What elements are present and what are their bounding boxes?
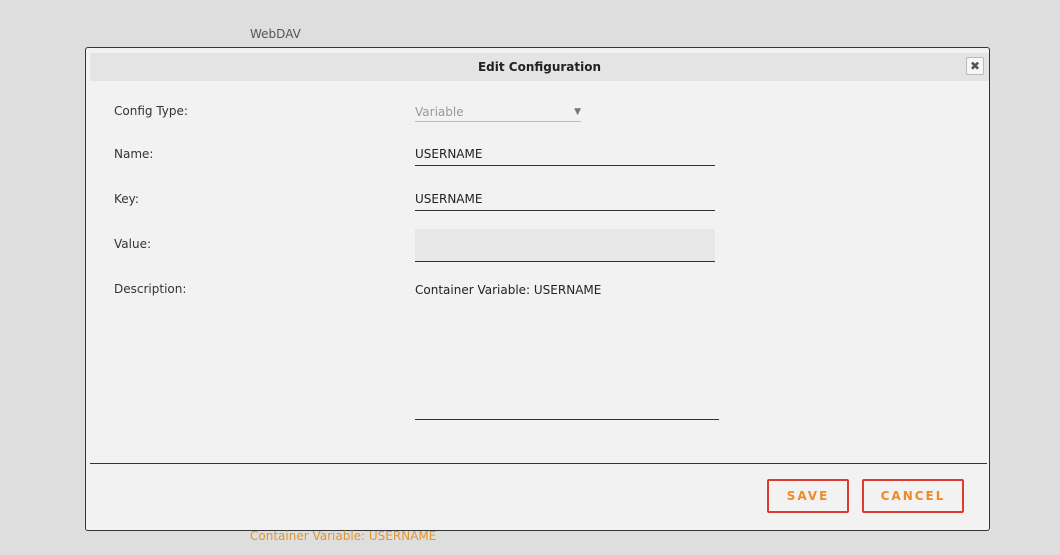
value-input[interactable] [415, 229, 715, 262]
page: WebDAV Edit Configuration ✖ Config Type:… [0, 0, 1060, 555]
background-section-label: WebDAV [250, 27, 301, 41]
config-type-select[interactable]: Variable ▼ [415, 102, 581, 122]
save-button[interactable]: SAVE [767, 479, 849, 513]
dialog-title: Edit Configuration [477, 60, 602, 74]
config-type-label: Config Type: [114, 104, 188, 118]
cancel-button[interactable]: CANCEL [862, 479, 964, 513]
key-input[interactable]: USERNAME [415, 189, 715, 211]
config-type-value: Variable [415, 105, 464, 119]
footer-divider [90, 463, 987, 464]
edit-configuration-dialog: Edit Configuration ✖ Config Type: Variab… [85, 47, 990, 531]
background-description-text: Container Variable: USERNAME [250, 529, 437, 543]
close-button[interactable]: ✖ [966, 57, 984, 75]
value-label: Value: [114, 237, 151, 251]
name-label: Name: [114, 147, 154, 161]
description-textarea[interactable]: Container Variable: USERNAME [415, 282, 719, 420]
dialog-titlebar: Edit Configuration ✖ [90, 53, 989, 81]
description-label: Description: [114, 282, 187, 296]
close-icon: ✖ [969, 59, 981, 73]
key-label: Key: [114, 192, 139, 206]
name-input[interactable]: USERNAME [415, 144, 715, 166]
dropdown-arrow-icon: ▼ [574, 107, 581, 117]
